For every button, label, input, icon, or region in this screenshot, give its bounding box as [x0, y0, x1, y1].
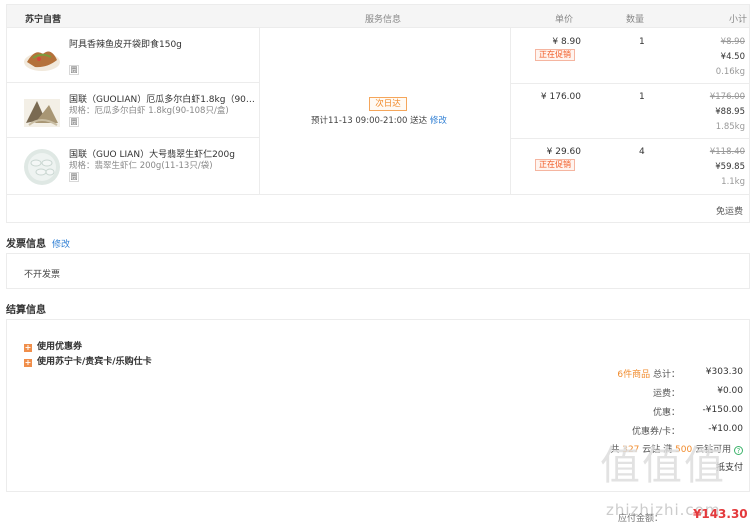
total-label: 6件商品 总计：	[520, 367, 680, 380]
col-price: 单价	[555, 15, 574, 25]
shipping-value: ¥0.00	[717, 386, 743, 396]
items-count: 6件商品	[617, 370, 651, 380]
divider	[511, 138, 750, 139]
total-value: ¥303.30	[705, 367, 743, 377]
delivery-time: 预计11-13 09:00-21:00 送达 修改	[311, 114, 511, 126]
delivery-time-text: 预计11-13 09:00-21:00 送达	[311, 116, 428, 126]
subtotal-weight: 1.1kg	[721, 177, 745, 187]
product-row: 国联（GUOLIAN）厄瓜多尔白虾1.8kg（90-108只） 规格：厄瓜多尔白…	[7, 83, 259, 138]
use-card-option[interactable]: + 使用苏宁卡/贵宾卡/乐购仕卡	[24, 354, 152, 367]
product-spec: 规格：翡翠生虾仁 200g(11-13只/袋)	[69, 161, 213, 171]
expand-plus-icon[interactable]: +	[24, 344, 32, 352]
promo-badge: 正在促销	[535, 49, 575, 61]
product-badge: 圜	[69, 117, 79, 127]
cart-header: 苏宁自营 服务信息 单价 数量 小计	[6, 4, 750, 28]
payable-value: ¥143.30	[693, 507, 748, 521]
quantity[interactable]: 1	[639, 37, 645, 47]
invoice-edit-link[interactable]: 修改	[52, 240, 70, 250]
shipping-label: 运费：	[652, 389, 680, 399]
unit-price: ¥ 29.60	[546, 147, 581, 157]
product-thumbnail[interactable]	[23, 93, 61, 131]
unit-price: ¥ 176.00	[540, 92, 581, 102]
col-service: 服务信息	[365, 15, 402, 25]
divider	[511, 83, 750, 84]
invoice-value: 不开发票	[24, 270, 61, 280]
invoice-section-title: 发票信息 修改	[6, 235, 70, 250]
col-subtotal: 小计	[729, 15, 748, 25]
use-card-label: 使用苏宁卡/贵宾卡/乐购仕卡	[37, 357, 152, 367]
checkout-title: 结算信息	[6, 305, 46, 316]
product-spec: 规格：厄瓜多尔白虾 1.8kg(90-108只/盒)	[69, 106, 229, 116]
subtotal-original: ¥8.90	[720, 37, 745, 47]
product-row: 阿具香辣鱼皮开袋即食150g 圜	[7, 28, 259, 83]
quantity[interactable]: 4	[639, 147, 645, 157]
payable-label: 应付金额：	[618, 514, 664, 524]
subtotal-original: ¥176.00	[709, 92, 745, 102]
invoice-box: 不开发票	[6, 253, 750, 289]
subtotal-final: ¥4.50	[720, 52, 745, 62]
help-question-icon[interactable]: ?	[734, 446, 743, 455]
subtotal-final: ¥88.95	[715, 107, 745, 117]
expand-plus-icon[interactable]: +	[24, 359, 32, 367]
discount-label: 优惠：	[652, 408, 680, 418]
product-table: 阿具香辣鱼皮开袋即食150g 圜 国联（GUOLIAN）厄瓜多尔白虾1.8kg（…	[6, 28, 750, 195]
store-name: 苏宁自营	[25, 15, 62, 25]
next-day-badge: 次日达	[369, 97, 407, 111]
invoice-title: 发票信息	[6, 239, 46, 250]
delivery-edit-link[interactable]: 修改	[430, 116, 447, 126]
price-area: ¥ 8.90 正在促销 1 ¥8.90 ¥4.50 0.16kg ¥ 176.0…	[511, 28, 750, 194]
shipping-row: 免运费	[6, 195, 750, 223]
use-coupon-label: 使用优惠券	[37, 342, 83, 352]
free-shipping-label: 免运费	[715, 207, 743, 217]
watermark-logo: 值值值	[600, 443, 726, 489]
service-info: 次日达 预计11-13 09:00-21:00 送达 修改	[259, 28, 511, 194]
discount-value: -¥150.00	[702, 405, 743, 415]
product-row: 国联（GUO LIAN）大号翡翠生虾仁200g 规格：翡翠生虾仁 200g(11…	[7, 138, 259, 194]
subtotal-weight: 0.16kg	[715, 67, 745, 77]
product-thumbnail[interactable]	[23, 38, 61, 76]
quantity[interactable]: 1	[639, 92, 645, 102]
total-label-text: 总计：	[652, 370, 680, 380]
subtotal-final: ¥59.85	[715, 162, 745, 172]
subtotal-weight: 1.85kg	[715, 122, 745, 132]
product-badge: 圜	[69, 65, 79, 75]
product-badge: 圜	[69, 172, 79, 182]
col-qty: 数量	[626, 15, 645, 25]
product-name[interactable]: 阿具香辣鱼皮开袋即食150g	[69, 37, 255, 50]
subtotal-original: ¥118.40	[709, 147, 745, 157]
use-coupon-option[interactable]: + 使用优惠券	[24, 339, 82, 352]
promo-badge: 正在促销	[535, 159, 575, 171]
unit-price: ¥ 8.90	[552, 37, 581, 47]
product-thumbnail[interactable]	[23, 148, 61, 186]
